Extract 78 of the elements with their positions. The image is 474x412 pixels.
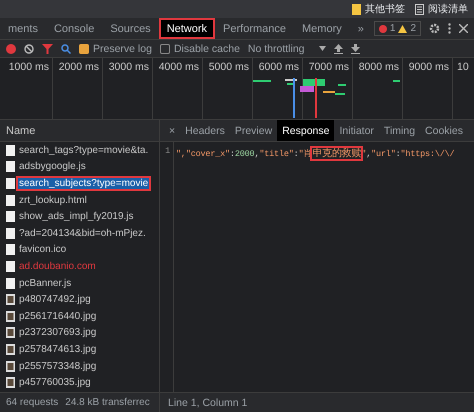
request-row[interactable]: p2578474613.jpg <box>18 344 98 355</box>
request-row[interactable]: ad.doubanio.com <box>18 260 97 272</box>
image-file-icon <box>6 327 15 338</box>
filter-icon[interactable] <box>42 44 53 54</box>
record-icon[interactable] <box>6 44 16 54</box>
file-icon <box>6 244 15 256</box>
request-row[interactable]: p480747492.jpg <box>18 294 92 306</box>
disable-cache-checkbox[interactable]: Disable cache <box>160 42 240 54</box>
file-icon <box>6 161 15 172</box>
time-tick-label: 7000 ms <box>308 61 349 73</box>
detail-tab[interactable]: Headers <box>180 120 230 141</box>
detail-tab[interactable]: Initiator <box>334 120 379 141</box>
request-count: 64 requests <box>6 397 58 408</box>
column-header[interactable]: Name <box>6 124 36 136</box>
panel-tab[interactable]: Console <box>46 18 102 39</box>
time-tick-label: 4000 ms <box>158 61 199 73</box>
preserve-log-checkbox[interactable]: Preserve log <box>79 42 152 54</box>
detail-tab[interactable]: Cookies <box>420 120 468 141</box>
settings-icon[interactable] <box>429 23 440 34</box>
panel-tab[interactable]: ments <box>0 18 46 39</box>
request-row[interactable]: zrt_lookup.html <box>18 194 88 206</box>
time-tick-label: 10 <box>457 61 469 73</box>
time-tick-label: 6000 ms <box>258 61 299 73</box>
image-file-icon <box>6 360 15 372</box>
panel-tab[interactable]: Memory <box>294 18 350 39</box>
list-icon <box>415 4 424 14</box>
close-button[interactable]: × <box>164 120 180 141</box>
detail-tab[interactable]: Response <box>277 120 334 141</box>
download-icon[interactable] <box>350 44 360 54</box>
bookmark[interactable]: 阅读清单 <box>415 2 468 16</box>
warning-icon <box>398 24 408 32</box>
issues-badge[interactable]: 1 2 <box>374 21 421 36</box>
bookmark[interactable]: 其他书签 <box>352 2 405 16</box>
detail-tab[interactable]: Timing <box>378 120 420 141</box>
request-row[interactable]: pcBanner.js <box>18 278 72 289</box>
detail-tab[interactable]: Preview <box>230 120 278 141</box>
request-row[interactable]: p457760035.jpg <box>18 377 92 388</box>
panel-tab[interactable]: Performance <box>215 18 294 39</box>
file-icon <box>6 228 15 239</box>
clear-icon[interactable] <box>24 44 34 54</box>
time-tick-label: 1000 ms <box>8 61 49 73</box>
caret-icon <box>318 46 326 51</box>
image-file-icon <box>6 344 15 355</box>
time-tick-label: 2000 ms <box>58 61 99 73</box>
image-file-icon <box>6 310 15 322</box>
file-icon <box>6 194 15 206</box>
time-tick-label: 8000 ms <box>358 61 399 73</box>
request-row[interactable]: favicon.ico <box>18 244 68 256</box>
request-row[interactable]: search_subjects?type=movie <box>18 178 150 189</box>
image-file-icon <box>6 294 15 306</box>
panel-tab[interactable]: Network <box>158 18 216 39</box>
file-icon <box>6 144 15 156</box>
request-row[interactable]: p2561716440.jpg <box>18 310 98 322</box>
panel-tab[interactable]: Sources <box>102 18 159 39</box>
file-icon <box>6 178 15 189</box>
file-icon <box>6 260 15 272</box>
request-row[interactable]: show_ads_impl_fy2019.js <box>18 211 135 222</box>
file-icon <box>6 211 15 222</box>
request-row[interactable]: search_tags?type=movie&ta. <box>18 144 150 156</box>
search-icon[interactable] <box>61 44 71 54</box>
error-icon <box>378 24 387 32</box>
time-tick-label: 3000 ms <box>108 61 149 73</box>
request-row[interactable]: p2557573348.jpg <box>18 360 98 372</box>
request-row[interactable]: p2372307693.jpg <box>18 327 98 338</box>
more-tabs-button[interactable]: » <box>350 18 372 39</box>
image-file-icon <box>6 377 15 388</box>
file-icon <box>6 278 15 289</box>
time-tick-label: 5000 ms <box>208 61 249 73</box>
request-row[interactable]: ?ad=204134&bid=oh-mPjez. <box>18 228 147 239</box>
throttling-select[interactable]: No throttling <box>248 42 326 54</box>
line-number: 1 <box>165 146 170 156</box>
close-icon[interactable] <box>459 24 468 33</box>
kebab-menu-icon[interactable] <box>448 23 451 34</box>
cursor-position: Line 1, Column 1 <box>168 396 248 408</box>
time-tick-label: 9000 ms <box>408 61 449 73</box>
request-row[interactable]: adsbygoogle.js <box>18 161 87 172</box>
transferred-size: 24.8 kB transferrec <box>65 397 150 408</box>
upload-icon[interactable] <box>334 44 343 54</box>
